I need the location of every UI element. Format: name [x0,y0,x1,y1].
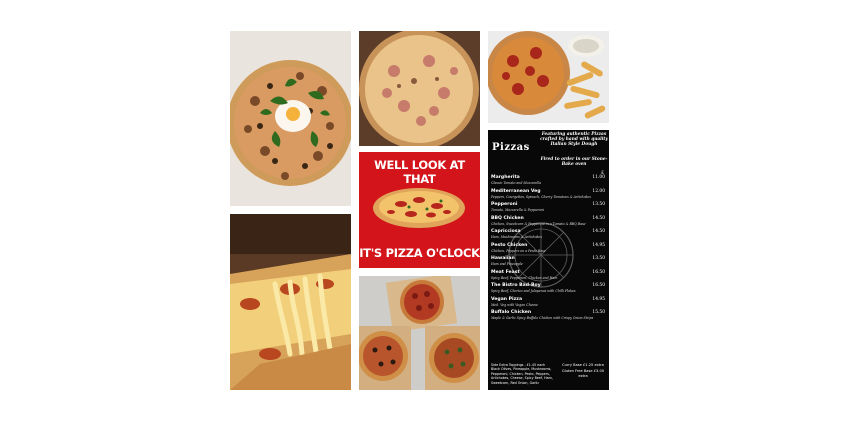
menu-item-price: 11.00 [592,175,605,180]
menu-item-name: Mediterranean Veg [491,188,541,194]
menu-item-description: Peppers, Courgettes, Spinach, Cherry Tom… [491,194,591,199]
menu-item-description: Med. Veg with Vegan Cheese [491,302,538,307]
pizza-oclock-poster: WELL LOOK AT THAT IT'S PIZZA O'CLOCK [359,152,480,268]
menu-item-name: Pepperoni [491,202,518,207]
menu-item-name: BBQ Chicken [491,215,524,221]
menu-item-price: 15.50 [592,310,605,315]
menu-item-description: Chicken, Peppers on a Pesto Base [491,248,546,253]
menu-gluten-free-base: Gluten Free Base £3.00 extra [561,369,605,378]
menu-item-name: Buffalo Chicken [491,310,532,315]
menu-item-price: 16.50 [592,283,605,288]
menu-item-list: Margherita 11.00 Classic Tomato and Mozzar… [491,175,607,324]
menu-item-name: Hawaiian [491,256,515,261]
menu-item: The Bistro Bad-Boy 16.50 Spicy Beef, Chori… [491,283,607,297]
menu-item: Capricciosa 14.50 Ham, Mushrooms & Articho… [491,229,607,243]
menu-item-description: Spicy Beef, Chorizo and Jalapenos with C… [491,289,576,293]
menu-item-price: 13.50 [592,256,605,261]
poster-tagline: IT'S PIZZA O'CLOCK [359,246,480,260]
pizza-egg-rocket-photo [230,31,351,206]
cheese-pull-photo [230,214,351,390]
menu-item-price: 13.50 [592,202,605,207]
ham-pizza-photo [359,31,480,146]
menu-item-price: 14.95 [592,296,605,302]
menu-item-description: Ham and Pineapple [491,262,523,266]
menu-item: Pesto Chicken 14.95 Chicken, Peppers on a … [491,243,607,257]
menu-item-name: Meat Feast [491,269,520,275]
menu-item-name: Capricciosa [491,229,521,234]
menu-item-description: Ham, Mushrooms & Artichokes [491,235,542,239]
menu-item-price: 14.50 [592,229,605,234]
pizza-menu-board: Featuring authentic Pizzas crafted by ha… [488,130,609,390]
menu-item-price: 12.00 [592,188,605,194]
menu-item-description: Spicy Beef, Pepperoni, Chicken and Ham [491,275,558,280]
menu-item: Buffalo Chicken 15.50 Maple & Garlic Spicy… [491,310,607,324]
boxed-pizzas-photo [359,276,480,390]
menu-tagline-oven: Fired to order in our Stone-Bake oven [540,157,608,167]
menu-item-name: Margherita [491,175,520,180]
pizza-icon [373,188,465,228]
menu-item-price: 16.50 [592,269,605,275]
menu-item-description: Classic Tomato and Mozzarella [491,181,542,185]
menu-item: Vegan Pizza 14.95 Med. Veg with Vegan Chee… [491,297,607,311]
menu-item-price: 14.95 [592,242,605,248]
menu-item-description: Tomato, Mozzarella & Pepperoni [491,208,544,212]
menu-item-name: Vegan Pizza [491,296,523,302]
menu-item: BBQ Chicken 14.50 Chicken, Sweetcorn & Pep… [491,216,607,230]
menu-title: Pizzas [492,142,530,153]
pizza-and-fries-photo [488,31,609,123]
menu-tagline: Featuring authentic Pizzas crafted by ha… [540,132,608,147]
menu-item: Hawaiian 13.50 Ham and Pineapple [491,256,607,270]
menu-item: Margherita 11.00 Classic Tomato and Mozzar… [491,175,607,189]
menu-item: Mediterranean Veg 12.00 Peppers, Courgette… [491,189,607,203]
menu-item-description: Chicken, Sweetcorn & Pepperoni in a Toma… [491,221,586,226]
menu-item-description: Maple & Garlic Spicy Buffalo Chicken wit… [491,316,594,320]
menu-item-price: 14.50 [592,215,605,221]
menu-item: Pepperoni 13.50 Tomato, Mozzarella & Peppe… [491,202,607,216]
menu-item-name: The Bistro Bad-Boy [491,283,541,288]
menu-extra-toppings: Side Extra Toppings - £1.45 each Black O… [491,363,553,385]
menu-base-options: Curry Base £1.25 extra Gluten Free Base … [560,363,606,378]
menu-item: Meat Feast 16.50 Spicy Beef, Pepperoni, Ch… [491,270,607,284]
menu-curry-base: Curry Base £1.25 extra [562,363,604,367]
menu-item-name: Pesto Chicken [491,242,528,248]
